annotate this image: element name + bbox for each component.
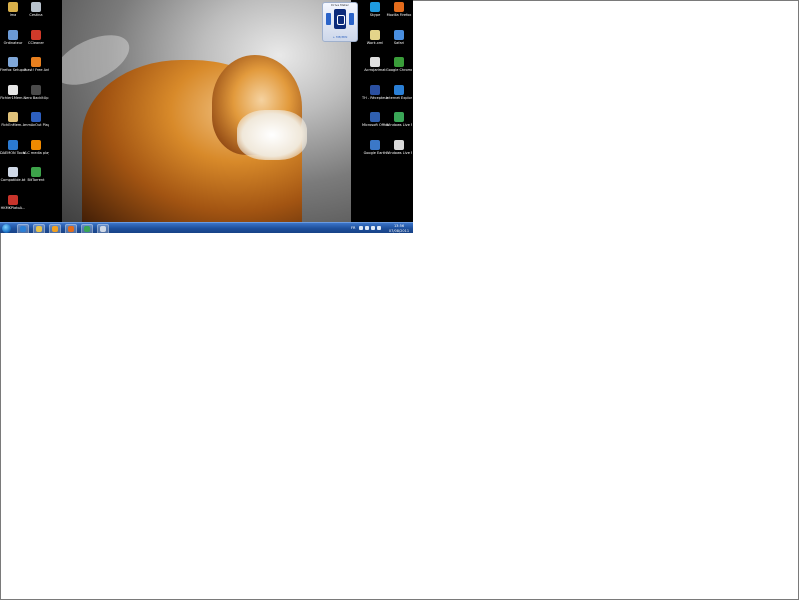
desktop-icon-label: Windows Live Mail xyxy=(386,150,412,155)
desktop-icon-label: Safari xyxy=(393,40,405,45)
messenger-glyph-icon xyxy=(84,226,90,232)
explorer-glyph-icon xyxy=(36,226,42,232)
gadget-left-bar xyxy=(326,13,331,25)
document-icon xyxy=(8,84,18,95)
explorer-taskbar-icon[interactable] xyxy=(33,224,45,233)
player-icon xyxy=(31,112,41,122)
desktop-icon-label: Acrrojarimat xyxy=(364,68,386,72)
ccleaner-icon xyxy=(31,29,41,40)
media-player-glyph-icon xyxy=(52,226,58,232)
system-tray: FR 13:56 07/08/2011 xyxy=(351,223,411,233)
media-player-taskbar-icon[interactable] xyxy=(49,224,61,233)
desktop-icon[interactable]: Windows Live Messenger xyxy=(386,112,412,127)
desktop-icon[interactable]: TH - Récepteur xyxy=(362,84,388,100)
clock[interactable]: 13:56 07/08/2011 xyxy=(387,224,411,233)
skype-icon xyxy=(370,2,380,12)
recycle-bin-icon xyxy=(31,2,41,12)
word-icon xyxy=(370,112,380,122)
mail-icon xyxy=(394,139,404,150)
vlc-icon xyxy=(31,139,41,150)
desktop-icon-label: Cestina xyxy=(29,13,43,17)
mail-glyph-icon xyxy=(100,226,106,232)
document-icon xyxy=(370,29,380,40)
document-icon xyxy=(8,167,18,177)
bittorrent-icon xyxy=(31,167,41,177)
media-icon xyxy=(370,84,380,95)
desktop-icon[interactable]: Work.xml xyxy=(362,29,388,45)
tray-arrow-icon[interactable] xyxy=(359,226,363,230)
daemon-tools-icon xyxy=(8,139,18,150)
installer-icon xyxy=(8,57,18,67)
network-icon[interactable] xyxy=(365,226,369,230)
desktop-icon[interactable]: Skype xyxy=(362,2,388,17)
start-button[interactable] xyxy=(2,224,11,233)
desktop-icon-label: TH - Récepteur xyxy=(362,95,388,100)
gadget-title: Drive Meter xyxy=(331,3,349,7)
desktop-icon[interactable]: Nero BackItUp xyxy=(23,84,49,100)
gadget-footer: + MB/MIN xyxy=(332,35,348,39)
desktop-icon[interactable]: HKMKPlatoA... xyxy=(0,194,26,210)
document-icon xyxy=(8,112,18,122)
desktop-icon[interactable]: Google Earth xyxy=(362,139,388,155)
mail-taskbar-icon[interactable] xyxy=(97,224,109,233)
avast-icon xyxy=(31,57,41,67)
desktop-icon-label: Work.xml xyxy=(366,40,384,45)
chrome-icon xyxy=(394,57,404,67)
desktop-icon-label: Skype xyxy=(369,13,381,17)
volume-icon[interactable] xyxy=(377,226,381,230)
computer-icon xyxy=(8,29,18,40)
messenger-taskbar-icon[interactable] xyxy=(81,224,93,233)
app-icon xyxy=(8,194,18,205)
desktop-icon[interactable]: Acrrojarimat xyxy=(362,57,388,72)
ie-taskbar-icon[interactable] xyxy=(17,224,29,233)
desktop-icon-label: avast! Free Antivirus xyxy=(23,68,49,72)
desktop-icon[interactable]: Cestina xyxy=(23,2,49,17)
desktop-icon[interactable]: avast! Free Antivirus xyxy=(23,57,49,72)
messenger-icon xyxy=(394,112,404,122)
desktop-icon-label: ImmAvOut Player xyxy=(23,123,49,127)
clock-date: 07/08/2011 xyxy=(388,228,410,233)
taskbar: FR 13:56 07/08/2011 xyxy=(0,222,413,233)
desktop-icon[interactable]: Mozilla Firefox xyxy=(386,2,412,17)
ie-glyph-icon xyxy=(20,226,26,232)
drive-meter-gadget[interactable]: Drive Meter + MB/MIN xyxy=(322,2,358,42)
firefox-taskbar-icon[interactable] xyxy=(65,224,77,233)
google-earth-icon xyxy=(370,139,380,150)
desktop-icon[interactable]: Microsoft Office Word 2007 xyxy=(362,112,388,127)
safari-icon xyxy=(394,29,404,40)
desktop-icon-label: Microsoft Office Word 2007 xyxy=(362,123,388,127)
desktop[interactable]: Ima Cestina Ordinateur CCleaner Firefox Setu… xyxy=(0,0,413,233)
desktop-icon[interactable]: ImmAvOut Player xyxy=(23,112,49,127)
gadget-right-bar xyxy=(349,13,354,25)
desktop-icon[interactable]: CCleaner xyxy=(23,29,49,45)
desktop-icon[interactable]: Internet Explorer xyxy=(386,84,412,100)
desktop-icon-label: HKMKPlatoA... xyxy=(0,205,26,210)
desktop-icon-label: Windows Live Messenger xyxy=(386,123,412,127)
gadget-meter-icon xyxy=(334,9,346,29)
desktop-icon[interactable]: Windows Live Mail xyxy=(386,139,412,155)
desktop-icon-label: BitTorrent xyxy=(27,178,45,182)
desktop-icon[interactable]: Google Chrome xyxy=(386,57,412,72)
desktop-icon[interactable]: VLC media player xyxy=(23,139,49,155)
desktop-icon-label: Google Earth xyxy=(363,150,387,155)
firefox-icon xyxy=(394,2,404,12)
desktop-icon[interactable]: Safari xyxy=(386,29,412,45)
backup-icon xyxy=(31,84,41,95)
desktop-icon-label: CCleaner xyxy=(28,40,44,45)
desktop-icon-label: Mozilla Firefox xyxy=(386,13,412,17)
folder-icon xyxy=(8,2,18,12)
ie-icon xyxy=(394,84,404,95)
desktop-icon-label: Internet Explorer xyxy=(386,95,412,100)
flag-icon[interactable] xyxy=(371,226,375,230)
desktop-icon-label: Nero BackItUp xyxy=(23,95,49,100)
desktop-icon-label: Google Chrome xyxy=(386,68,412,72)
firefox-glyph-icon xyxy=(68,226,74,232)
desktop-icon-label: VLC media player xyxy=(23,150,49,155)
document-icon xyxy=(370,57,380,67)
tiger-wallpaper xyxy=(62,0,351,222)
desktop-icon[interactable]: BitTorrent xyxy=(23,167,49,182)
language-indicator[interactable]: FR xyxy=(351,226,355,230)
